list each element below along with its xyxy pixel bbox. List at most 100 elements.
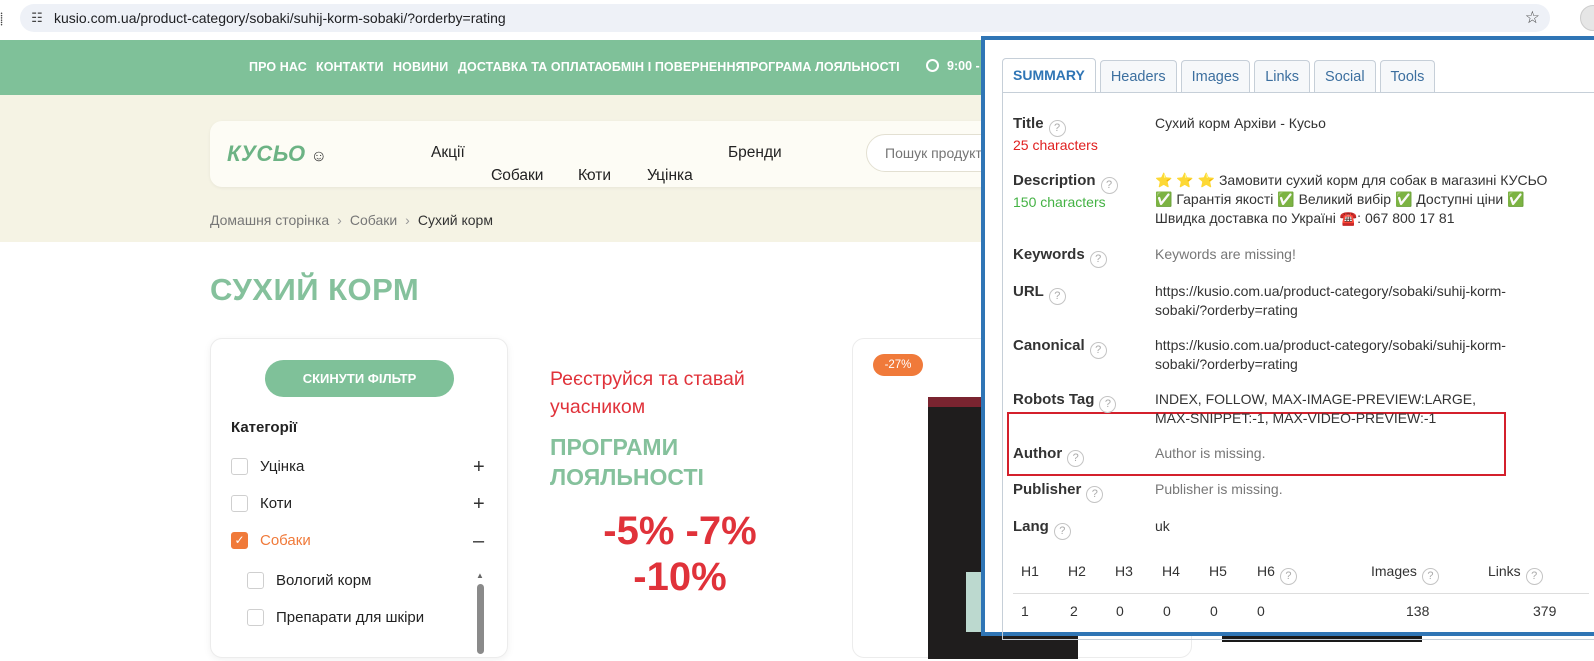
title-label-text: Title: [1013, 115, 1044, 132]
table-header-h5: H5: [1209, 563, 1227, 579]
title-label: Title?: [1013, 115, 1066, 137]
table-header-h6: H6?: [1257, 563, 1297, 585]
chevron-right-icon: ›: [337, 212, 342, 228]
chevron-down-icon: ⌄: [652, 167, 661, 178]
help-icon[interactable]: ?: [1421, 568, 1439, 585]
category-item-cats[interactable]: Коти: [231, 495, 292, 512]
expand-plus-icon[interactable]: +: [473, 493, 485, 516]
category-label: Собаки: [260, 532, 311, 549]
topnav-exchange[interactable]: ОБМІН І ПОВЕРНЕННЯ: [602, 60, 745, 74]
hours-text: 9:00 -: [947, 59, 980, 73]
publisher-label: Publisher?: [1013, 481, 1104, 503]
seo-extension-panel: SUMMARY Headers Images Links Social Tool…: [981, 36, 1594, 640]
subcategory-label: Вологий корм: [276, 572, 372, 589]
lang-label: Lang?: [1013, 518, 1071, 540]
subcategory-item-wet-food[interactable]: Вологий корм: [247, 572, 371, 589]
breadcrumb-home[interactable]: Домашня сторінка: [210, 212, 329, 228]
table-header-images: Images?: [1371, 563, 1439, 585]
author-value: Author is missing.: [1155, 445, 1266, 461]
address-url[interactable]: kusio.com.ua/product-category/sobaki/suh…: [54, 10, 506, 26]
table-cell-h1: 1: [1021, 603, 1029, 619]
tab-social[interactable]: Social: [1314, 60, 1376, 92]
breadcrumb: Домашня сторінка › Собаки › Сухий корм: [210, 212, 493, 228]
robots-value: INDEX, FOLLOW, MAX-IMAGE-PREVIEW:LARGE, …: [1155, 391, 1477, 426]
checkbox[interactable]: [247, 609, 264, 626]
checkbox-checked-icon[interactable]: ✓: [231, 532, 248, 549]
help-icon[interactable]: ?: [1048, 120, 1066, 137]
category-label: Уцінка: [260, 458, 305, 475]
table-header-h3: H3: [1115, 563, 1133, 579]
tab-tools[interactable]: Tools: [1379, 60, 1436, 92]
title-value: Сухий корм Архіви - Кусьо: [1155, 115, 1326, 131]
address-bar[interactable]: ☷ kusio.com.ua/product-category/sobaki/s…: [20, 4, 1550, 32]
collapse-minus-icon[interactable]: –: [473, 530, 484, 553]
chevron-down-icon: ⌄: [496, 167, 505, 178]
topnav-news[interactable]: НОВИНИ: [393, 60, 448, 74]
category-item-discount[interactable]: Уцінка: [231, 458, 304, 475]
help-icon[interactable]: ?: [1089, 251, 1107, 268]
breadcrumb-current: Сухий корм: [417, 212, 493, 228]
site-settings-icon[interactable]: ☷: [20, 10, 54, 26]
tab-links[interactable]: Links: [1254, 60, 1311, 92]
expand-plus-icon[interactable]: +: [473, 456, 485, 479]
help-icon[interactable]: ?: [1525, 568, 1543, 585]
help-icon[interactable]: ?: [1053, 523, 1071, 540]
table-cell-images: 138: [1406, 603, 1430, 619]
working-hours: 9:00 -: [926, 59, 980, 73]
table-cell-h6: 0: [1257, 603, 1265, 619]
links-label: Links: [1488, 563, 1521, 579]
chevron-down-icon: ⌄: [583, 167, 592, 178]
clock-icon: [926, 59, 939, 72]
table-header-h4: H4: [1162, 563, 1180, 579]
help-icon[interactable]: ?: [1100, 177, 1118, 194]
summary-content: Title? 25 characters Сухий корм Архіви -…: [1002, 92, 1594, 640]
filter-scrollbar[interactable]: ▲: [476, 571, 484, 661]
chevron-left-icon[interactable]: ⸽: [0, 10, 3, 27]
help-icon[interactable]: ?: [1086, 486, 1104, 503]
scroll-up-icon[interactable]: ▲: [476, 571, 484, 580]
topnav-about[interactable]: ПРО НАС: [249, 60, 307, 74]
table-cell-h5: 0: [1210, 603, 1218, 619]
topnav-delivery[interactable]: ДОСТАВКА ТА ОПЛАТА: [458, 60, 603, 74]
subcategory-label: Препарати для шкіри: [276, 609, 425, 626]
help-icon[interactable]: ?: [1099, 396, 1117, 413]
tab-headers[interactable]: Headers: [1099, 60, 1177, 92]
help-icon[interactable]: ?: [1067, 450, 1085, 467]
profile-avatar[interactable]: [1580, 5, 1594, 31]
subcategory-item-skin[interactable]: Препарати для шкіри: [247, 609, 424, 626]
url-label: URL?: [1013, 283, 1066, 305]
topnav-loyalty[interactable]: ПРОГРАМА ЛОЯЛЬНОСТІ: [741, 60, 900, 74]
publisher-label-text: Publisher: [1013, 481, 1082, 498]
topnav-contacts[interactable]: КОНТАКТИ: [316, 60, 384, 74]
logo-text: КУСЬО: [227, 141, 306, 166]
filter-panel: СКИНУТИ ФІЛЬТР Категорії Уцінка + Коти +…: [210, 338, 508, 658]
help-icon[interactable]: ?: [1089, 342, 1107, 359]
table-header-h2: H2: [1068, 563, 1086, 579]
table-divider: [1013, 593, 1589, 594]
site-logo[interactable]: КУСЬО ☺: [227, 141, 327, 167]
checkbox[interactable]: [231, 495, 248, 512]
scroll-thumb[interactable]: [476, 584, 484, 654]
promo-loyalty-heading: ПРОГРАМИ ЛОЯЛЬНОСТІ: [550, 434, 704, 490]
author-label: Author?: [1013, 445, 1085, 467]
tab-images[interactable]: Images: [1180, 60, 1251, 92]
keywords-value: Keywords are missing!: [1155, 246, 1296, 262]
help-icon[interactable]: ?: [1279, 568, 1297, 585]
breadcrumb-dogs[interactable]: Собаки: [350, 212, 397, 228]
bookmark-star-icon[interactable]: ☆: [1525, 8, 1540, 28]
title-char-count: 25 characters: [1013, 137, 1098, 153]
images-label: Images: [1371, 563, 1417, 579]
checkbox[interactable]: [247, 572, 264, 589]
reset-filter-button[interactable]: СКИНУТИ ФІЛЬТР: [265, 360, 454, 397]
tab-summary[interactable]: SUMMARY: [1002, 58, 1096, 92]
table-header-h1: H1: [1021, 563, 1039, 579]
checkbox[interactable]: [231, 458, 248, 475]
table-cell-h3: 0: [1116, 603, 1124, 619]
category-item-dogs[interactable]: ✓ Собаки: [231, 532, 311, 549]
table-header-links: Links?: [1488, 563, 1543, 585]
table-cell-h2: 2: [1070, 603, 1078, 619]
menu-sales[interactable]: Акції: [431, 144, 465, 162]
help-icon[interactable]: ?: [1048, 288, 1066, 305]
h6-label: H6: [1257, 563, 1275, 579]
menu-brands[interactable]: Бренди: [728, 144, 782, 162]
